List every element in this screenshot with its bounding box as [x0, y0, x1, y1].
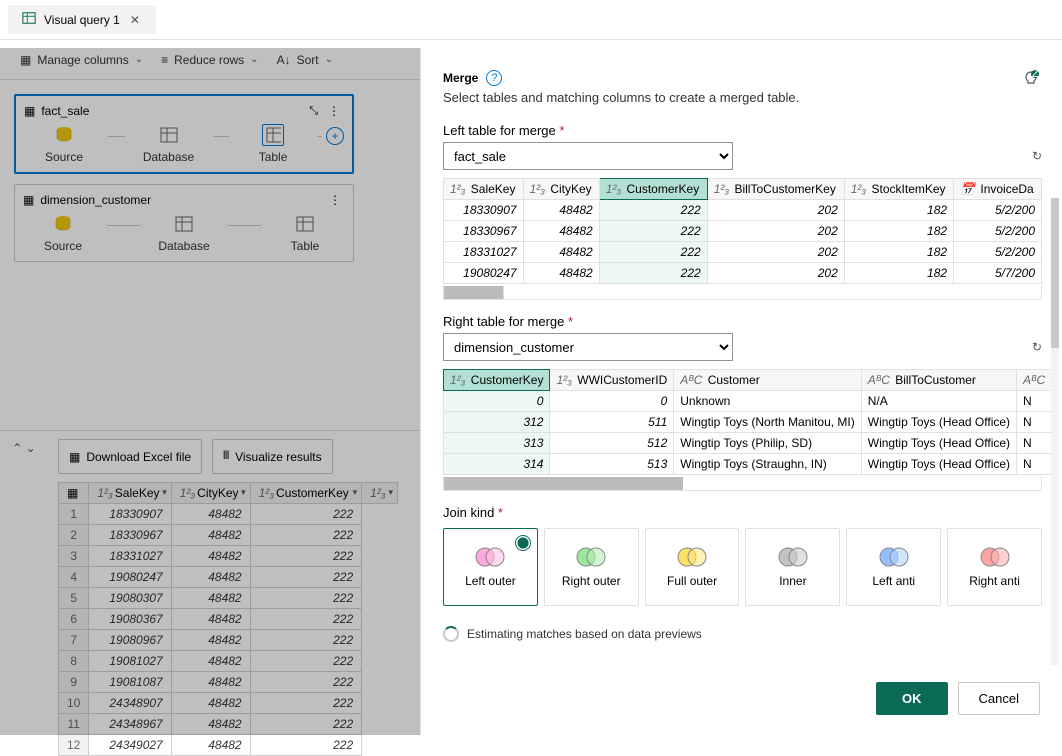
vertical-scrollbar[interactable] [1051, 198, 1059, 665]
tab-label: Visual query 1 [44, 13, 120, 27]
table-row[interactable]: 313512Wingtip Toys (Philip, SD)Wingtip T… [444, 433, 1054, 454]
table-row[interactable]: 122434902748482222 [59, 735, 398, 756]
column-header[interactable]: 1²₃ CustomerKey [444, 370, 550, 391]
join-option[interactable]: Left anti [846, 528, 941, 606]
column-header[interactable]: 1²₃ WWICustomerID [550, 370, 674, 391]
left-table-select[interactable]: fact_sale [443, 142, 733, 170]
column-header[interactable]: 1²₃ SaleKey [444, 179, 524, 200]
column-header[interactable]: 📅 InvoiceDa [954, 179, 1042, 200]
left-table-label: Left table for merge [443, 123, 1042, 138]
join-kind-options: Left outerRight outerFull outerInnerLeft… [443, 528, 1042, 606]
tab-visual-query[interactable]: Visual query 1 ✕ [8, 5, 156, 34]
tab-strip: Visual query 1 ✕ [0, 0, 1062, 40]
ok-button[interactable]: OK [876, 682, 948, 715]
close-icon[interactable]: ✕ [128, 13, 142, 27]
dialog-description: Select tables and matching columns to cr… [443, 90, 1042, 105]
table-row[interactable]: 314513Wingtip Toys (Straughn, IN)Wingtip… [444, 454, 1054, 475]
table-row[interactable]: 18331027484822222021825/2/200 [444, 242, 1042, 263]
join-option[interactable]: Right anti [947, 528, 1042, 606]
column-header[interactable]: AᴮC Customer [674, 370, 862, 391]
table-row[interactable]: 18330907484822222021825/2/200 [444, 200, 1042, 221]
join-option[interactable]: Full outer [645, 528, 740, 606]
join-option[interactable]: Left outer [443, 528, 538, 606]
spinner-icon [443, 626, 459, 642]
lightbulb-icon[interactable]: 2 [1022, 70, 1040, 91]
horizontal-scrollbar[interactable] [443, 286, 1042, 300]
column-header[interactable]: 1²₃ BillToCustomerKey [707, 179, 844, 200]
right-table-label: Right table for merge [443, 314, 1042, 329]
left-preview-table[interactable]: 1²₃ SaleKey1²₃ CityKey1²₃ CustomerKey1²₃… [443, 178, 1042, 284]
refresh-icon[interactable]: ↻ [1032, 149, 1042, 163]
svg-text:2: 2 [1032, 70, 1039, 80]
right-preview-table[interactable]: 1²₃ CustomerKey1²₃ WWICustomerIDAᴮC Cust… [443, 369, 1054, 475]
column-header[interactable]: AᴮC BillToCustomer [861, 370, 1016, 391]
cancel-button[interactable]: Cancel [958, 682, 1040, 715]
column-header[interactable]: AᴮC [1017, 370, 1054, 391]
right-table-select[interactable]: dimension_customer [443, 333, 733, 361]
dialog-title: Merge ? [443, 70, 1042, 86]
horizontal-scrollbar[interactable] [443, 477, 1042, 491]
help-icon[interactable]: ? [486, 70, 502, 86]
join-option[interactable]: Inner [745, 528, 840, 606]
refresh-icon[interactable]: ↻ [1032, 340, 1042, 354]
table-row[interactable]: 18330967484822222021825/2/200 [444, 221, 1042, 242]
merge-dialog: Merge ? 2 Select tables and matching col… [420, 48, 1062, 735]
column-header[interactable]: 1²₃ CustomerKey [599, 179, 707, 200]
table-row[interactable]: 00UnknownN/AN [444, 391, 1054, 412]
estimating-row: Estimating matches based on data preview… [443, 626, 1042, 642]
column-header[interactable]: 1²₃ StockItemKey [844, 179, 953, 200]
column-header[interactable]: 1²₃ CityKey [523, 179, 599, 200]
table-row[interactable]: 312511Wingtip Toys (North Manitou, MI)Wi… [444, 412, 1054, 433]
table-icon [22, 11, 36, 28]
table-row[interactable]: 19080247484822222021825/7/200 [444, 263, 1042, 284]
join-kind-label: Join kind [443, 505, 1042, 520]
join-option[interactable]: Right outer [544, 528, 639, 606]
